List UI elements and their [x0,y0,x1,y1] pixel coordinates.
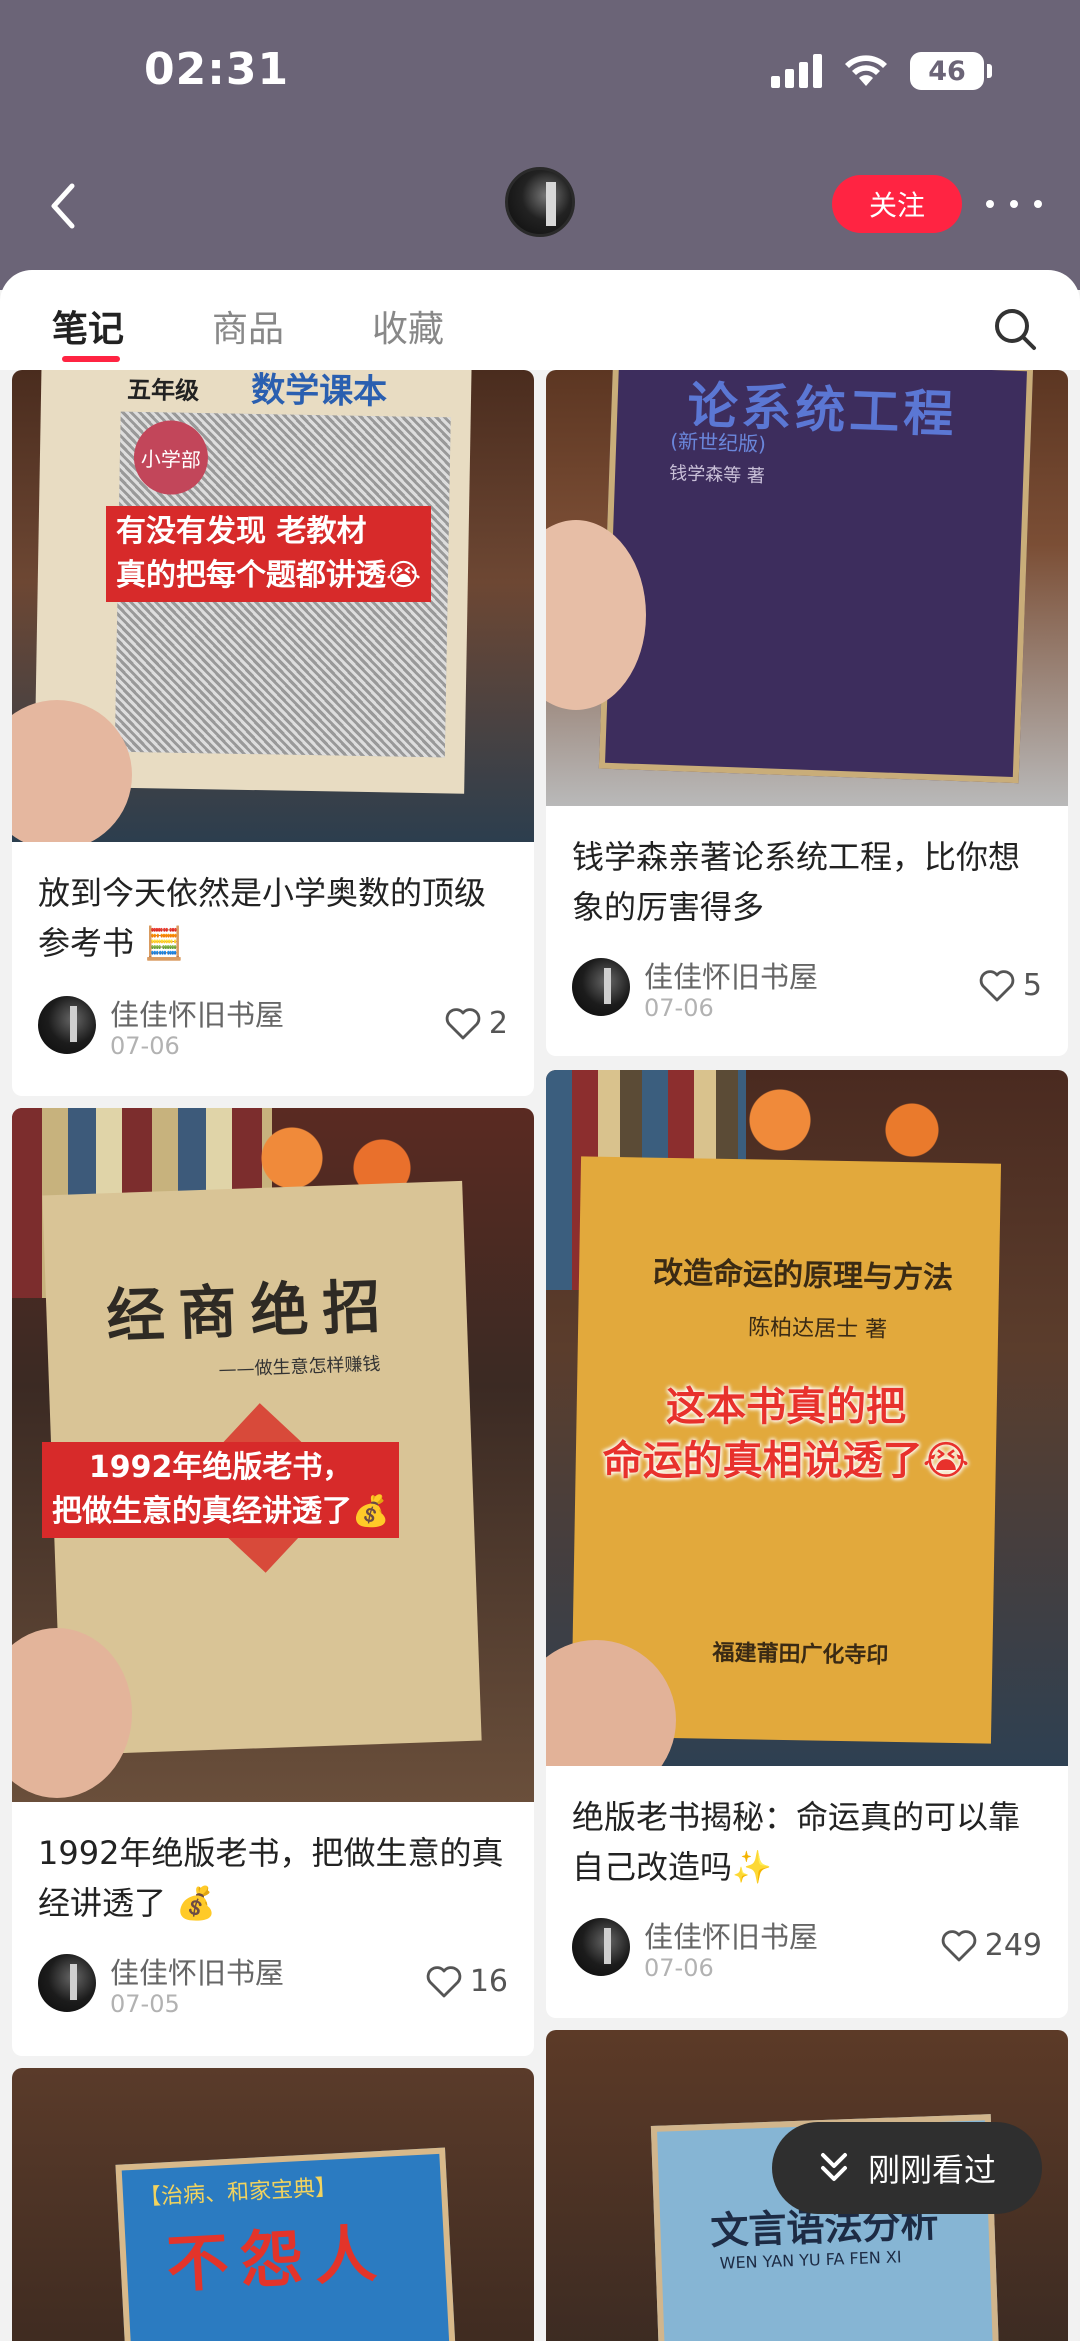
flowers-image [736,1070,956,1170]
author-name: 佳佳怀旧书屋 [644,1920,819,1954]
book-cover: 论系统工程 (新世纪版) 钱学森等 著 [598,370,1034,784]
note-title: 1992年绝版老书，把做生意的真经讲透了 💰 [38,1834,504,1922]
heart-icon [426,1965,462,1997]
back-button[interactable] [40,176,84,236]
tab-products[interactable]: 商品 [212,300,284,352]
status-time: 02:31 [144,44,290,95]
wifi-icon [845,55,887,86]
like-button[interactable]: 249 [941,1928,1042,1963]
post-date: 07-06 [644,1954,714,1982]
author-name: 佳佳怀旧书屋 [644,960,819,994]
note-cover-image: 五年级 数学课本 小学部 有没有发现 老教材 真的把每个题都讲透😭 [12,370,534,842]
book-cover: 【治病、和家宝典】 不怨人 [115,2147,459,2341]
heart-icon [445,1007,481,1039]
back-icon [51,183,75,229]
tab-bar [0,270,1080,370]
like-count: 16 [469,1964,508,1999]
like-button[interactable]: 16 [426,1964,508,1999]
note-cover-image: 经商绝招 ——做生意怎样赚钱 1992年绝版老书， 把做生意的真经讲透了💰 [12,1108,534,1802]
more-button[interactable] [986,186,1042,222]
heart-icon [941,1929,976,1961]
note-title: 钱学森亲著论系统工程，比你想象的厉害得多 [572,838,1021,926]
cover-banner: 1992年绝版老书， 把做生意的真经讲透了💰 [42,1442,400,1538]
note-cover-image: 改造命运的原理与方法 陈柏达居士 著 福建莆田广化寺印 这本书真的把 命运的真相… [546,1070,1068,1766]
heart-icon [979,969,1015,1001]
cover-banner: 这本书真的把 命运的真相说透了😭 [602,1384,970,1484]
status-icons: 46 [771,52,992,90]
follow-button[interactable]: 关注 [832,175,962,233]
note-cover-image: 论系统工程 (新世纪版) 钱学森等 著 [546,370,1068,806]
profile-header: 02:31 46 关注 [0,0,1080,290]
author-avatar [38,996,96,1054]
note-cover-image: 【治病、和家宝典】 不怨人 [12,2068,534,2341]
like-count: 2 [488,1006,508,1041]
active-tab-indicator [62,356,120,362]
note-card[interactable]: 经商绝招 ——做生意怎样赚钱 1992年绝版老书， 把做生意的真经讲透了💰 19… [12,1108,534,2056]
note-title: 放到今天依然是小学奥数的顶级参考书 🧮 [38,874,487,962]
battery-indicator: 46 [910,52,992,90]
note-card[interactable]: 改造命运的原理与方法 陈柏达居士 著 福建莆田广化寺印 这本书真的把 命运的真相… [546,1070,1068,2018]
note-card[interactable]: 论系统工程 (新世纪版) 钱学森等 著 钱学森亲著论系统工程，比你想象的厉害得多… [546,370,1068,1056]
more-icon [986,200,994,208]
note-card[interactable]: 【治病、和家宝典】 不怨人 [12,2068,534,2341]
profile-avatar[interactable] [505,167,575,237]
cover-banner: 有没有发现 老教材 真的把每个题都讲透😭 [106,506,432,602]
recently-viewed-label: 刚刚看过 [867,2151,996,2189]
tab-favorites[interactable]: 收藏 [372,300,444,352]
note-title: 绝版老书揭秘：命运真的可以靠自己改造吗✨ [572,1798,1021,1886]
recently-viewed-button[interactable]: 刚刚看过 [772,2122,1042,2214]
author-avatar [38,1954,96,2012]
tab-notes[interactable]: 笔记 [52,300,124,352]
note-card[interactable]: 五年级 数学课本 小学部 有没有发现 老教材 真的把每个题都讲透😭 放到今天依然… [12,370,534,1096]
like-count: 249 [984,1928,1042,1963]
like-count: 5 [1022,968,1042,1003]
author-avatar [572,1918,630,1976]
double-chevron-down-icon [820,2153,847,2181]
post-date: 07-06 [110,1032,180,1060]
like-button[interactable]: 2 [445,1006,508,1041]
post-date: 07-05 [110,1990,180,2018]
like-button[interactable]: 5 [979,968,1042,1003]
author-avatar [572,958,630,1016]
cellular-signal-icon [771,54,822,88]
search-icon[interactable] [992,306,1038,352]
author-name: 佳佳怀旧书屋 [110,1956,285,1990]
post-date: 07-06 [644,994,714,1022]
author-name: 佳佳怀旧书屋 [110,998,285,1032]
